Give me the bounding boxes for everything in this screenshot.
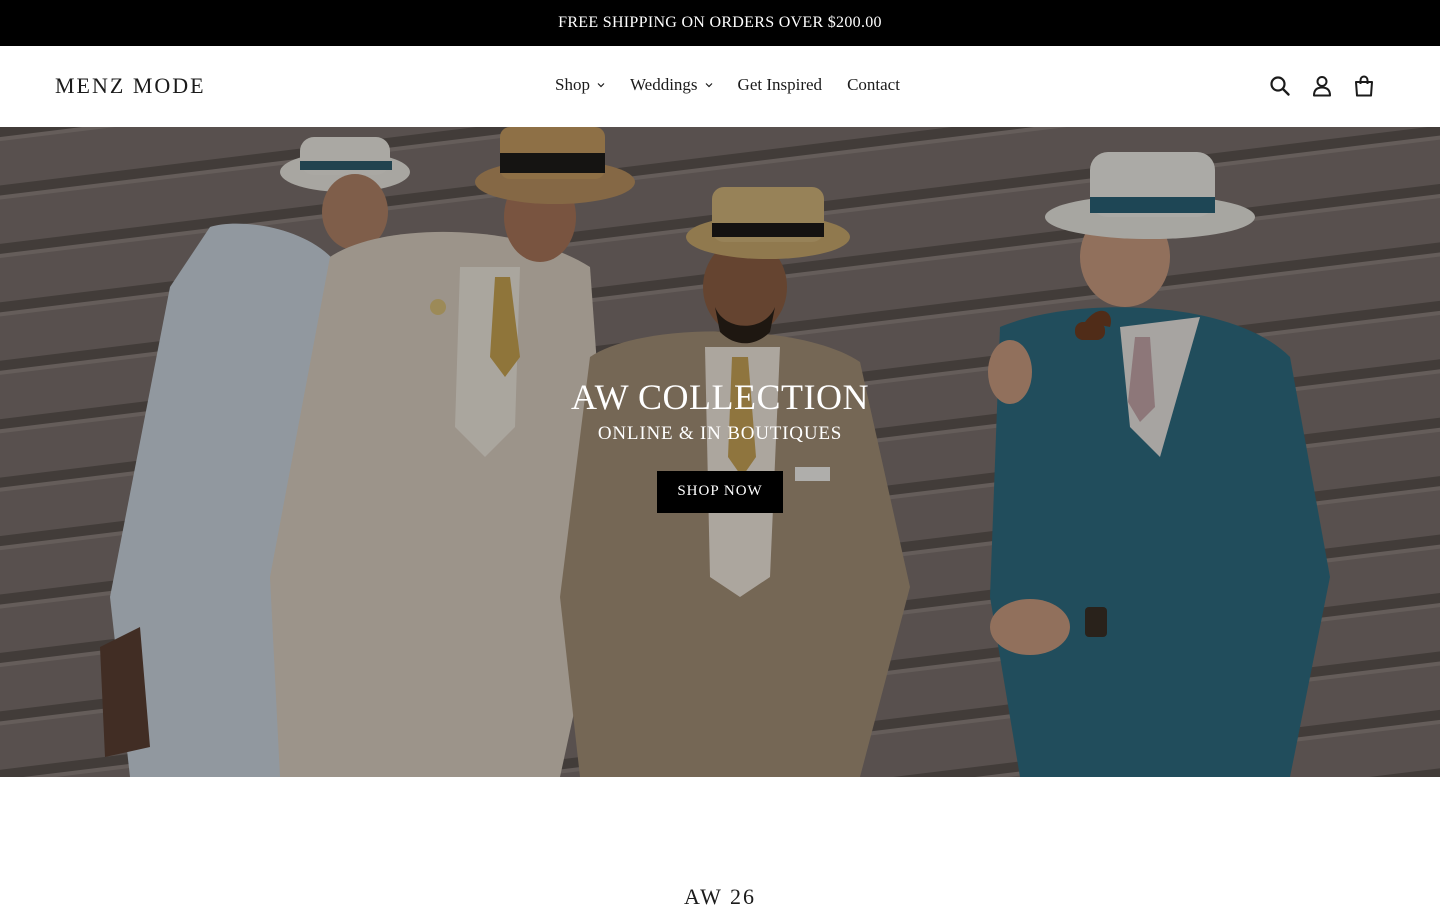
hero-banner: AW COLLECTION ONLINE & IN BOUTIQUES SHOP…	[0, 127, 1440, 777]
hero-subtitle: ONLINE & IN BOUTIQUES	[597, 423, 843, 444]
nav-item-contact[interactable]: Contact	[847, 75, 900, 95]
shop-now-button[interactable]: SHOP NOW	[657, 471, 783, 513]
chevron-down-icon	[597, 83, 605, 88]
cart-icon[interactable]	[1352, 74, 1376, 98]
announcement-text: FREE SHIPPING ON ORDERS OVER $200.00	[558, 14, 882, 31]
site-logo[interactable]: MENZ MODE	[55, 73, 206, 99]
hero-title: AW COLLECTION	[571, 377, 869, 417]
nav-item-shop[interactable]: Shop	[555, 75, 605, 95]
main-nav: Shop Weddings Get Inspired Contact	[555, 75, 900, 95]
hero-content: AW COLLECTION ONLINE & IN BOUTIQUES SHOP…	[0, 375, 1440, 513]
chevron-down-icon	[705, 83, 712, 88]
nav-item-weddings[interactable]: Weddings	[630, 75, 713, 95]
featured-collection-heading: AW 26	[684, 884, 756, 909]
nav-item-label: Shop	[555, 75, 590, 94]
header-icons	[1250, 74, 1376, 98]
search-icon[interactable]	[1268, 74, 1292, 98]
nav-item-label: Get Inspired	[737, 75, 823, 94]
site-header: MENZ MODE Shop Weddings Get Inspired Con…	[0, 46, 1440, 127]
announcement-bar: FREE SHIPPING ON ORDERS OVER $200.00	[0, 0, 1440, 46]
nav-item-label: Contact	[847, 75, 900, 94]
nav-item-label: Weddings	[629, 75, 698, 94]
account-icon[interactable]	[1310, 74, 1334, 98]
nav-item-get-inspired[interactable]: Get Inspired	[738, 75, 823, 95]
